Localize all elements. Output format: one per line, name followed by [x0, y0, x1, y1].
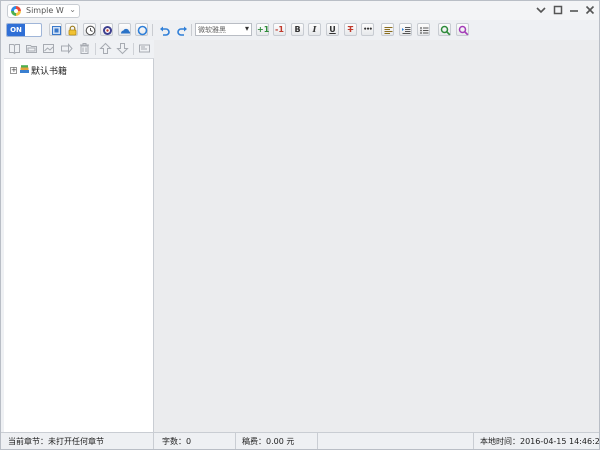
redo-button[interactable]	[174, 23, 187, 36]
cloud-icon	[120, 28, 131, 34]
status-separator	[317, 433, 318, 449]
toolbar-separator	[152, 24, 153, 36]
app-menu-button[interactable]: Simple W ⌄	[7, 4, 80, 18]
bold-button[interactable]: B	[291, 23, 304, 36]
close-icon	[585, 5, 595, 15]
toolbar-separator	[95, 43, 96, 55]
local-time-status: 本地时间：2016-04-15 14:46:21	[480, 437, 600, 446]
maximize-icon	[553, 5, 563, 15]
maximize-button[interactable]	[552, 4, 564, 16]
undo-icon	[160, 26, 170, 36]
move-button[interactable]	[60, 42, 73, 55]
delete-button[interactable]	[78, 42, 91, 55]
trash-icon	[80, 43, 89, 54]
more-button[interactable]: •••	[361, 23, 374, 36]
font-family-select[interactable]: 微软雅黑 ▾	[195, 23, 252, 36]
align-button[interactable]	[381, 23, 394, 36]
fullscreen-button[interactable]	[49, 23, 62, 36]
export-button[interactable]	[138, 42, 151, 55]
minimize-button[interactable]	[568, 4, 580, 16]
undo-button[interactable]	[157, 23, 170, 36]
fullscreen-icon	[52, 26, 61, 35]
lock-icon	[68, 25, 77, 36]
tree-toolbar	[1, 40, 153, 58]
chevron-down-icon: ⌄	[69, 5, 76, 14]
close-button[interactable]	[584, 4, 596, 16]
search-replace-icon	[458, 25, 469, 36]
toolbar-separator	[133, 43, 134, 55]
app-window: Simple W ⌄ ON 微软雅黑 ▾ +1 -1 B I U T ••• +…	[0, 0, 600, 450]
replace-button[interactable]	[456, 23, 469, 36]
list-button[interactable]	[417, 23, 430, 36]
move-up-button[interactable]	[99, 42, 112, 55]
redo-icon	[177, 26, 187, 36]
book-tree-panel: + 默认书籍	[4, 58, 154, 432]
arrow-down-icon	[116, 43, 129, 55]
cloud-button[interactable]	[118, 23, 131, 36]
toolbar-separator	[191, 24, 192, 36]
title-bar: Simple W ⌄	[1, 1, 599, 20]
italic-button[interactable]: I	[308, 23, 321, 36]
font-size-decrease-button[interactable]: -1	[273, 23, 286, 36]
app-name: Simple W	[26, 6, 64, 15]
on-off-toggle[interactable]: ON	[6, 23, 42, 37]
status-separator	[153, 433, 154, 449]
app-logo-icon	[11, 6, 21, 16]
export-icon	[139, 44, 150, 53]
word-count-status: 字数：0	[162, 437, 192, 446]
search-icon	[440, 25, 451, 36]
status-separator	[235, 433, 236, 449]
fee-status: 稿费：0.00 元	[242, 437, 295, 446]
circle-button[interactable]	[135, 23, 148, 36]
books-icon	[19, 64, 30, 78]
font-family-value: 微软雅黑	[198, 26, 226, 34]
move-down-button[interactable]	[116, 42, 129, 55]
chevron-down-icon	[536, 7, 546, 14]
book-icon	[9, 44, 20, 55]
underline-button[interactable]: U	[326, 23, 339, 36]
font-size-increase-button[interactable]: +1	[256, 23, 269, 36]
arrow-right-box-icon	[61, 43, 73, 54]
arrow-up-icon	[99, 42, 112, 54]
image-icon	[43, 44, 54, 53]
current-chapter-status: 当前章节：未打开任何章节	[8, 437, 104, 446]
status-separator	[473, 433, 474, 449]
circle-icon	[137, 25, 148, 36]
list-icon	[420, 27, 429, 34]
tree-expand-toggle[interactable]: +	[10, 67, 17, 74]
indent-button[interactable]	[399, 23, 412, 36]
tree-item-label[interactable]: 默认书籍	[31, 64, 67, 77]
toggle-on-label: ON	[7, 24, 25, 36]
lock-button[interactable]	[65, 23, 78, 36]
main-toolbar: ON 微软雅黑 ▾ +1 -1 B I U T •••	[1, 20, 599, 40]
strikethrough-button[interactable]: T	[344, 23, 357, 36]
new-folder-button[interactable]	[25, 42, 38, 55]
status-bar: 当前章节：未打开任何章节 字数：0 稿费：0.00 元 本地时间：2016-04…	[1, 432, 600, 449]
minimize-icon	[570, 10, 578, 12]
clock-icon	[85, 25, 96, 36]
align-left-icon	[384, 27, 393, 34]
new-chapter-button[interactable]	[42, 42, 55, 55]
target-button[interactable]	[100, 23, 113, 36]
indent-icon	[402, 27, 411, 34]
target-icon	[103, 26, 112, 35]
search-button[interactable]	[438, 23, 451, 36]
timer-button[interactable]	[83, 23, 96, 36]
folder-icon	[26, 45, 37, 53]
collapse-button[interactable]	[535, 4, 547, 16]
new-book-button[interactable]	[8, 42, 21, 55]
editor-area[interactable]	[154, 40, 599, 432]
dropdown-caret-icon: ▾	[244, 24, 249, 33]
